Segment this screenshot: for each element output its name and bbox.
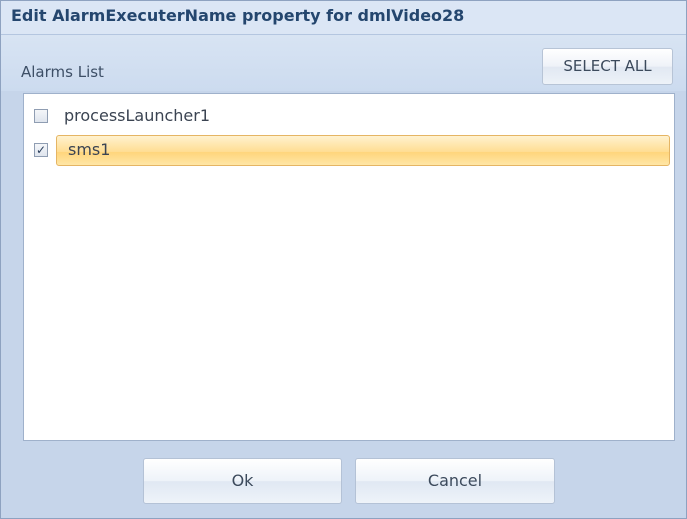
list-item-label: processLauncher1 xyxy=(64,106,211,125)
button-bar xyxy=(1,442,686,518)
checkbox-checked-icon[interactable]: ✓ xyxy=(34,143,48,157)
select-all-button[interactable]: SELECT ALL xyxy=(542,48,673,85)
checkbox-unchecked-icon[interactable] xyxy=(34,109,48,123)
edit-property-dialog: Edit AlarmExecuterName property for dmlV… xyxy=(0,0,687,519)
list-item-label: sms1 xyxy=(68,140,111,159)
alarms-list[interactable]: processLauncher1 ✓ sms1 xyxy=(23,93,675,441)
list-item[interactable]: processLauncher1 xyxy=(24,100,674,134)
cancel-button[interactable]: Cancel xyxy=(355,458,555,504)
dialog-title: Edit AlarmExecuterName property for dmlV… xyxy=(11,6,465,25)
selection-highlight xyxy=(56,135,670,166)
ok-button[interactable]: Ok xyxy=(143,458,342,504)
title-bar: Edit AlarmExecuterName property for dmlV… xyxy=(1,1,686,35)
alarms-list-label: Alarms List xyxy=(21,63,104,81)
list-item-selected[interactable]: ✓ sms1 xyxy=(24,134,674,168)
